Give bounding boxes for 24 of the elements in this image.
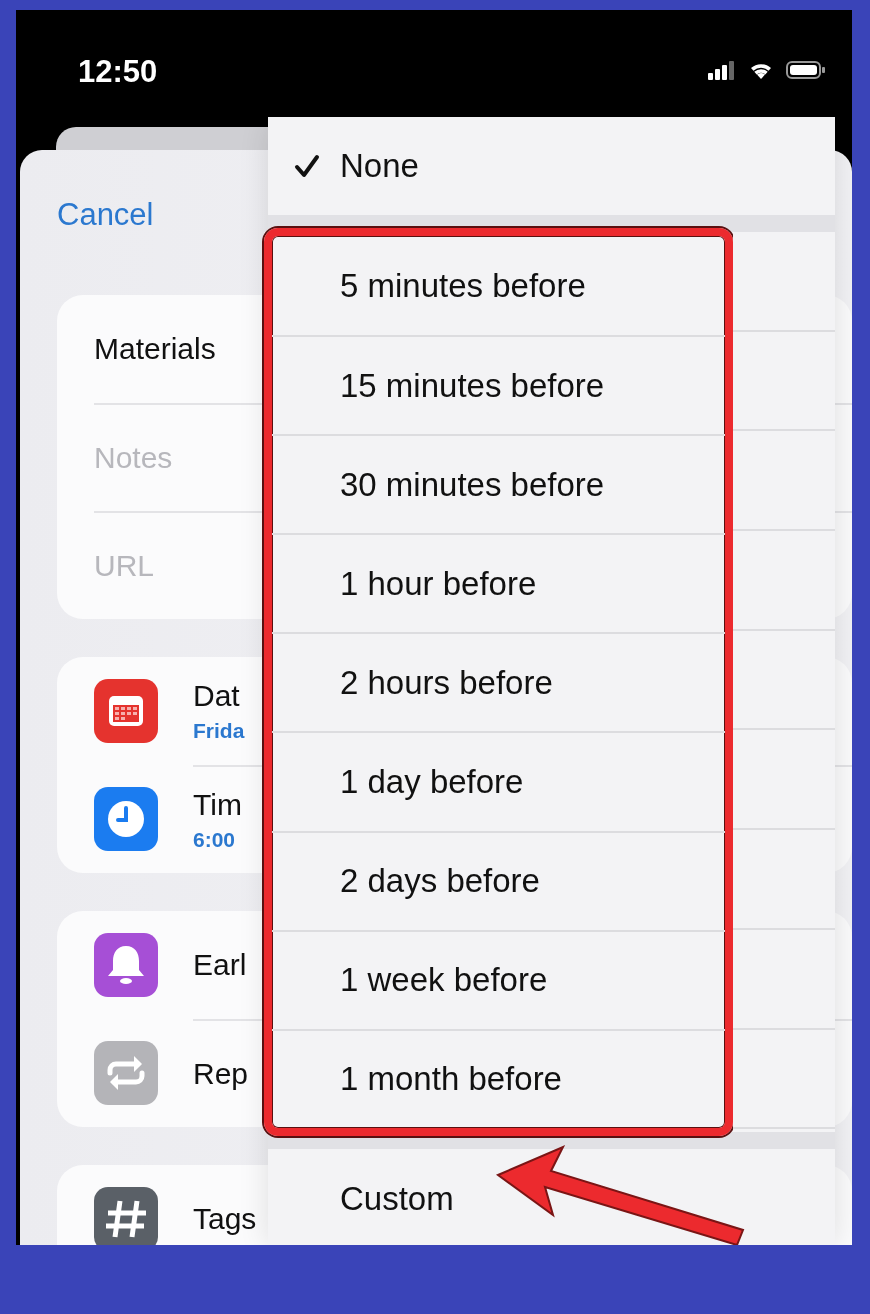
menu-item[interactable]: Custom <box>290 1168 458 1229</box>
option-label: Rep <box>193 1057 249 1091</box>
menu-item[interactable]: 30 minutes before <box>290 454 609 515</box>
menu-item[interactable]: 2 hours before <box>290 652 557 713</box>
menu-item[interactable]: 1 month before <box>290 1049 566 1110</box>
status-time: 12:50 <box>78 53 158 90</box>
menu-item[interactable]: 1 day before <box>290 752 528 812</box>
option-label: Tim <box>193 788 242 822</box>
battery-icon <box>786 60 826 80</box>
menu-item[interactable]: 2 days before <box>290 851 544 912</box>
menu-item[interactable]: 1 hour before <box>290 553 541 614</box>
option-label: Tags <box>193 1202 257 1236</box>
option-value: Frida <box>193 719 245 743</box>
option-label: Earl <box>193 948 247 982</box>
menu-item[interactable]: 1 week before <box>290 950 552 1011</box>
option-value: 6:00 <box>193 828 236 852</box>
menu-item[interactable]: 5 minutes before <box>290 255 590 316</box>
menu-item[interactable]: 15 minutes before <box>290 355 609 416</box>
checkmark-icon <box>294 154 320 178</box>
cancel-button[interactable]: Cancel <box>57 190 154 240</box>
option-label: Dat <box>193 679 240 713</box>
reminder-title: Materials <box>94 332 216 366</box>
signal-icon <box>708 60 736 80</box>
menu-item[interactable]: None <box>290 136 423 196</box>
